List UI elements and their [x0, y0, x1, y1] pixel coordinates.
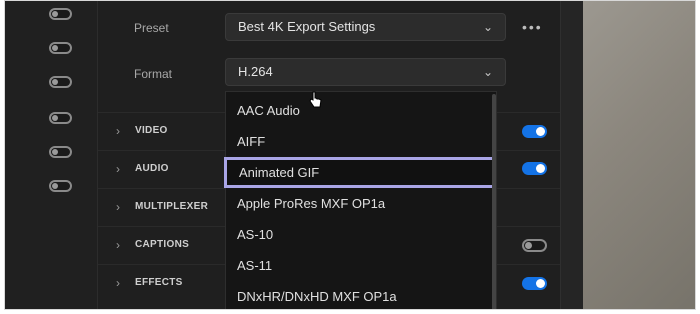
section-label: EFFECTS	[135, 277, 183, 288]
format-option-aac-audio[interactable]: AAC Audio	[226, 95, 491, 126]
format-option-as-11[interactable]: AS-11	[226, 250, 491, 281]
left-toggle-1[interactable]	[49, 8, 72, 20]
format-option-dnxhr-mxf[interactable]: DNxHR/DNxHD MXF OP1a	[226, 281, 491, 309]
format-value: H.264	[238, 64, 273, 79]
section-label: CAPTIONS	[135, 239, 190, 250]
left-toggle-column	[5, 1, 98, 309]
chevron-right-icon: ›	[116, 162, 120, 176]
section-label: MULTIPLEXER	[135, 201, 209, 212]
format-option-apple-prores-mxf[interactable]: Apple ProRes MXF OP1a	[226, 188, 491, 219]
video-toggle[interactable]	[522, 125, 547, 138]
toggle-knob	[536, 279, 545, 288]
toggle-knob	[52, 45, 58, 51]
left-toggle-2[interactable]	[49, 42, 72, 54]
section-label: AUDIO	[135, 163, 169, 174]
preset-select[interactable]: Best 4K Export Settings ⌄	[225, 13, 506, 41]
toggle-knob	[52, 11, 58, 17]
format-option-aiff[interactable]: AIFF	[226, 126, 491, 157]
format-option-animated-gif[interactable]: Animated GIF	[224, 157, 495, 188]
audio-toggle[interactable]	[522, 162, 547, 175]
format-select[interactable]: H.264 ⌄	[225, 58, 506, 86]
toggle-knob	[52, 183, 58, 189]
format-label: Format	[134, 67, 173, 81]
effects-toggle[interactable]	[522, 277, 547, 290]
left-toggle-6[interactable]	[49, 180, 72, 192]
chevron-right-icon: ›	[116, 238, 120, 252]
dropdown-scrollbar[interactable]	[492, 94, 496, 309]
toggle-knob	[536, 127, 545, 136]
chevron-down-icon: ⌄	[482, 20, 493, 34]
toggle-knob	[52, 149, 58, 155]
toggle-knob	[52, 115, 58, 121]
hand-pointer-icon	[309, 91, 322, 108]
chevron-right-icon: ›	[116, 200, 120, 214]
more-options-icon[interactable]: •••	[522, 19, 543, 35]
chevron-down-icon: ⌄	[482, 65, 493, 79]
captions-toggle[interactable]	[522, 239, 547, 252]
preset-label: Preset	[134, 21, 169, 35]
format-dropdown-list[interactable]: AAC Audio AIFF Animated GIF Apple ProRes…	[224, 91, 497, 309]
format-option-as-10[interactable]: AS-10	[226, 219, 491, 250]
section-label: VIDEO	[135, 125, 168, 136]
export-settings-window: Preset Best 4K Export Settings ⌄ ••• For…	[4, 0, 696, 310]
toggle-knob	[536, 164, 545, 173]
chevron-right-icon: ›	[116, 124, 120, 138]
right-side-strip	[560, 1, 583, 309]
chevron-right-icon: ›	[116, 276, 120, 290]
background-image	[583, 1, 695, 309]
preset-value: Best 4K Export Settings	[238, 19, 376, 34]
left-toggle-3[interactable]	[49, 76, 72, 88]
left-toggle-4[interactable]	[49, 112, 72, 124]
left-toggle-5[interactable]	[49, 146, 72, 158]
toggle-knob	[525, 242, 532, 249]
toggle-knob	[52, 79, 58, 85]
export-settings-panel: Preset Best 4K Export Settings ⌄ ••• For…	[98, 1, 560, 309]
